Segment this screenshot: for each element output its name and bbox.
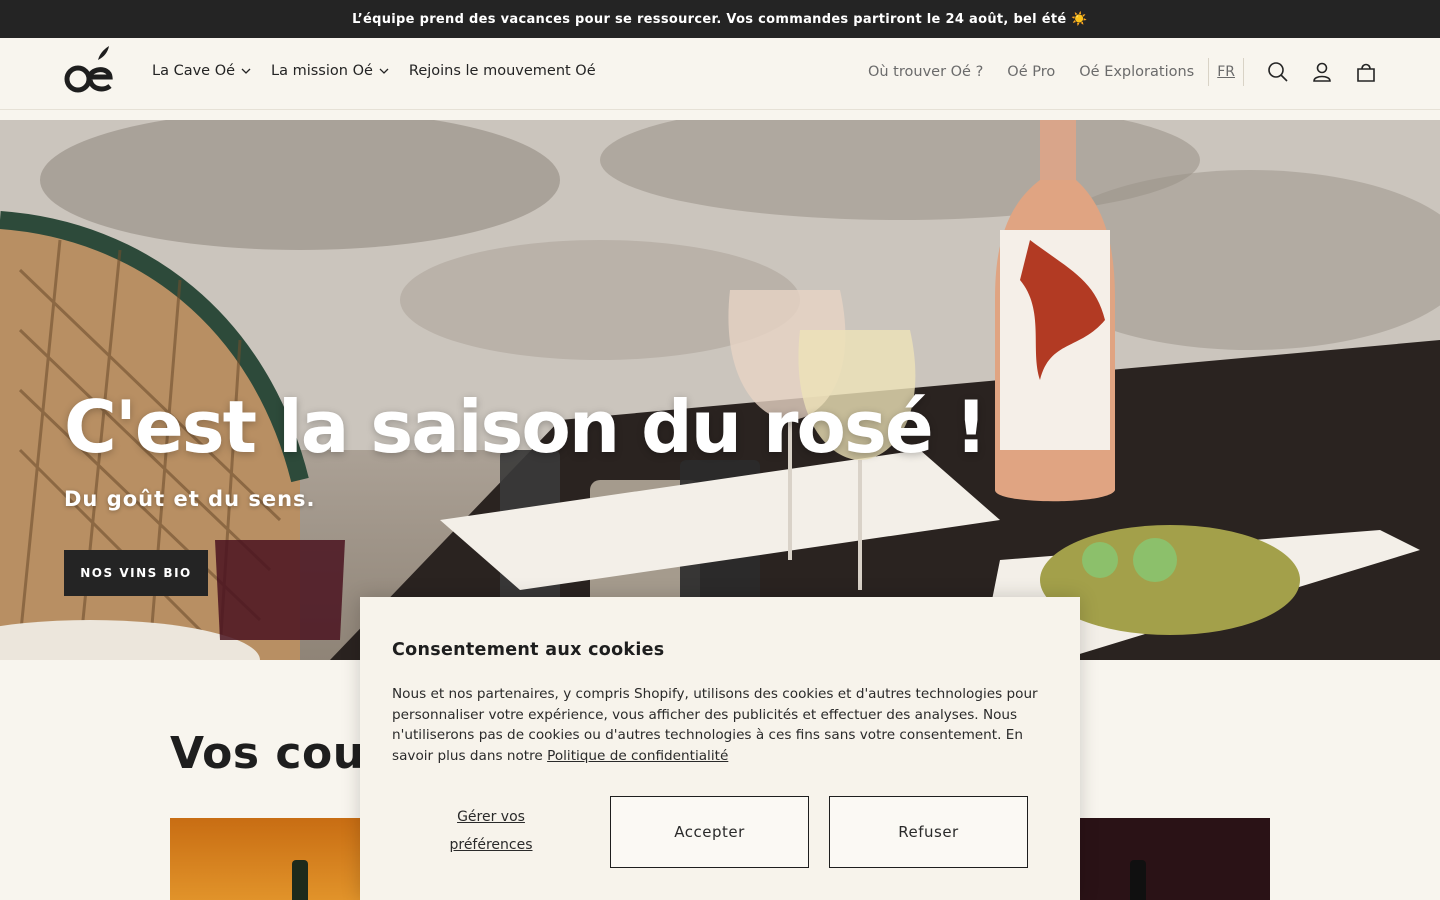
bottle-image <box>1130 860 1146 900</box>
site-header: La Cave Oé La mission Oé Rejoins le mouv… <box>0 38 1440 110</box>
cookie-consent-dialog: Consentement aux cookies Nous et nos par… <box>360 597 1080 900</box>
cart-icon <box>1357 63 1375 82</box>
nav-oe-pro[interactable]: Oé Pro <box>1007 64 1055 80</box>
nav-oe-explorations[interactable]: Oé Explorations <box>1079 64 1194 80</box>
nav-label: Rejoins le mouvement Oé <box>408 63 596 79</box>
hero-title: C'est la saison du rosé ! <box>64 385 988 469</box>
oe-logo[interactable] <box>62 44 118 98</box>
secondary-nav: Où trouver Oé ? Oé Pro Oé Explorations F… <box>868 38 1440 106</box>
product-card[interactable] <box>170 818 370 900</box>
cart-button[interactable] <box>1344 50 1388 94</box>
hero-subtitle: Du goût et du sens. <box>64 487 316 511</box>
bottle-image <box>292 860 308 900</box>
nav-rejoins-le-mouvement[interactable]: Rejoins le mouvement Oé <box>409 63 596 79</box>
hero-banner: C'est la saison du rosé ! Du goût et du … <box>0 120 1440 660</box>
shop-organic-wines-button[interactable]: NOS VINS BIO <box>64 550 208 596</box>
cookie-description: Nous et nos partenaires, y compris Shopi… <box>392 684 1052 766</box>
account-icon <box>1313 62 1331 82</box>
nav-label: La mission Oé <box>271 63 373 79</box>
nav-la-mission-oe[interactable]: La mission Oé <box>271 63 389 79</box>
search-icon <box>1268 62 1288 82</box>
account-button[interactable] <box>1300 50 1344 94</box>
primary-nav: La Cave Oé La mission Oé Rejoins le mouv… <box>152 38 616 104</box>
product-card[interactable] <box>1070 818 1270 900</box>
refuse-cookies-button[interactable]: Refuser <box>829 796 1028 868</box>
nav-la-cave-oe[interactable]: La Cave Oé <box>152 63 251 79</box>
cookie-title: Consentement aux cookies <box>392 640 665 660</box>
language-selector[interactable]: FR <box>1208 58 1244 86</box>
chevron-down-icon <box>241 68 251 74</box>
nav-ou-trouver-oe[interactable]: Où trouver Oé ? <box>868 64 983 80</box>
privacy-policy-link[interactable]: Politique de confidentialité <box>547 748 728 764</box>
chevron-down-icon <box>379 68 389 74</box>
manage-preferences-link[interactable]: Gérer vos préférences <box>432 803 550 859</box>
search-button[interactable] <box>1256 50 1300 94</box>
nav-label: La Cave Oé <box>152 63 236 79</box>
oe-logo-mark <box>64 46 113 93</box>
accept-cookies-button[interactable]: Accepter <box>610 796 809 868</box>
announcement-bar: L’équipe prend des vacances pour se ress… <box>0 0 1440 38</box>
section-title: Vos cou <box>170 728 365 779</box>
announcement-text: L’équipe prend des vacances pour se ress… <box>352 11 1088 27</box>
